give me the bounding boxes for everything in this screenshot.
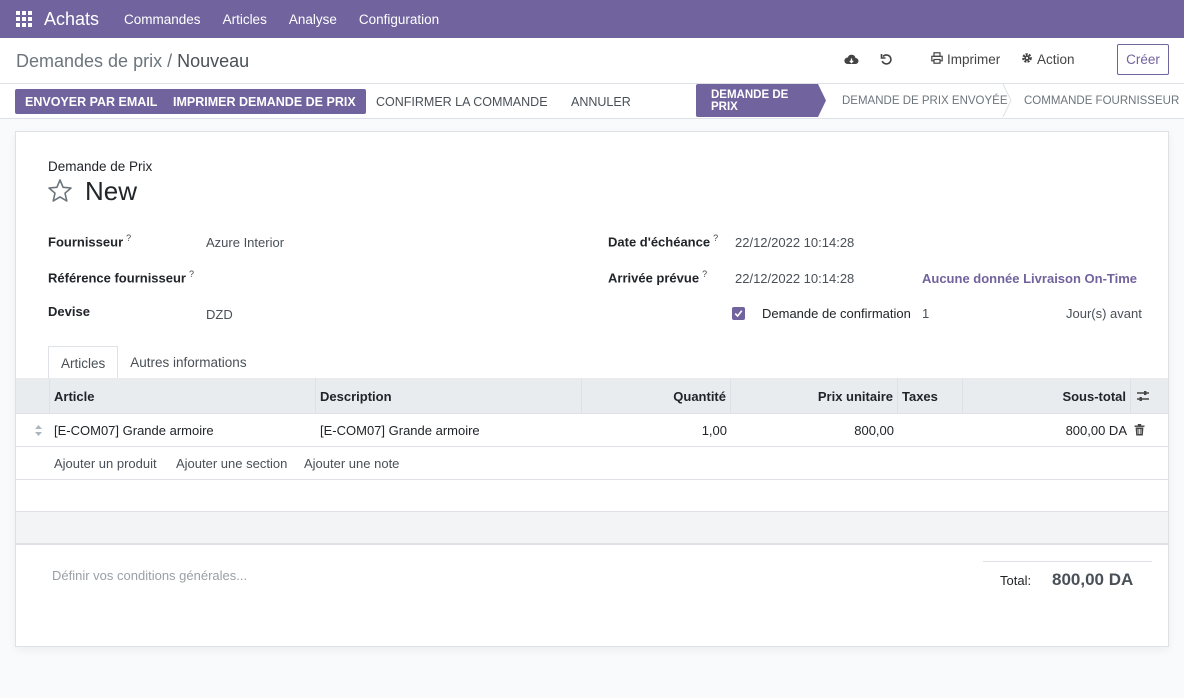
action-button[interactable]: Action <box>1021 52 1075 67</box>
vendor-reference-label: Référence fournisseur? <box>48 269 194 285</box>
on-time-delivery-link[interactable]: Aucune donnée Livraison On-Time <box>922 271 1137 286</box>
form-sheet: Demande de Prix New Fournisseur? Azure I… <box>15 131 1169 647</box>
currency-label: Devise <box>48 304 90 319</box>
status-step-rfq-sent[interactable]: DEMANDE DE PRIX ENVOYÉE <box>842 84 1008 117</box>
action-label: Action <box>1037 52 1075 67</box>
notebook-tabs: Articles Autres informations <box>48 346 259 381</box>
confirmation-checkbox[interactable] <box>732 307 745 320</box>
checkmark-icon <box>734 310 743 318</box>
column-taxes[interactable]: Taxes <box>898 378 963 414</box>
print-button[interactable]: Imprimer <box>931 52 1000 67</box>
order-deadline-help-icon[interactable]: ? <box>713 233 718 243</box>
vendor-field[interactable]: Azure Interior <box>206 235 284 250</box>
vendor-reference-label-text: Référence fournisseur <box>48 270 186 286</box>
status-step-purchase-order[interactable]: COMMANDE FOURNISSEUR <box>1024 84 1179 117</box>
column-unit-price[interactable]: Prix unitaire <box>731 378 898 414</box>
trash-icon[interactable] <box>1134 424 1145 439</box>
table-bottom-divider <box>16 544 1168 545</box>
expected-arrival-field[interactable]: 22/12/2022 10:14:28 <box>735 271 854 286</box>
confirmation-label: Demande de confirmation <box>762 306 911 321</box>
add-note-link[interactable]: Ajouter une note <box>304 447 399 480</box>
confirmation-days-field[interactable]: 1 <box>922 306 929 321</box>
add-product-link[interactable]: Ajouter un produit <box>54 447 157 480</box>
column-settings-icon[interactable] <box>1136 389 1150 406</box>
save-cloud-icon[interactable] <box>844 53 859 69</box>
control-panel: Demandes de prix / Nouveau Imprimer Acti… <box>0 38 1184 84</box>
cell-quantity[interactable]: 1,00 <box>582 414 731 447</box>
terms-conditions-field[interactable]: Définir vos conditions générales... <box>52 568 247 583</box>
create-button[interactable]: Créer <box>1117 44 1169 75</box>
expected-arrival-label-text: Arrivée prévue <box>608 270 700 286</box>
vendor-reference-help-icon[interactable]: ? <box>189 269 194 279</box>
add-line-row: Ajouter un produit Ajouter une section A… <box>16 447 1168 480</box>
vendor-label-text: Fournisseur <box>48 234 124 250</box>
apps-grid-icon[interactable] <box>16 11 32 27</box>
breadcrumb-parent[interactable]: Demandes de prix <box>16 51 162 71</box>
vendor-label: Fournisseur? <box>48 233 131 249</box>
vendor-help-icon[interactable]: ? <box>126 233 131 243</box>
column-article[interactable]: Article <box>50 378 316 414</box>
order-deadline-label-text: Date d'échéance <box>608 234 711 250</box>
cell-description[interactable]: [E-COM07] Grande armoire <box>316 414 582 447</box>
breadcrumb-current: Nouveau <box>177 51 250 71</box>
empty-row <box>16 512 1168 544</box>
print-icon <box>931 52 943 67</box>
cell-article[interactable]: [E-COM07] Grande armoire <box>50 414 316 447</box>
menu-articles[interactable]: Articles <box>223 12 267 27</box>
send-email-button[interactable]: ENVOYER PAR EMAIL <box>15 89 168 114</box>
app-name[interactable]: Achats <box>44 9 99 30</box>
menu-commandes[interactable]: Commandes <box>124 12 201 27</box>
top-navbar: Achats Commandes Articles Analyse Config… <box>0 0 1184 38</box>
order-lines-table: Article Description Quantité Prix unitai… <box>16 378 1168 544</box>
currency-field[interactable]: DZD <box>206 307 233 322</box>
order-deadline-label: Date d'échéance? <box>608 233 718 249</box>
total-value: 800,00 DA <box>1052 570 1134 589</box>
star-icon[interactable] <box>47 178 73 204</box>
status-step-rfq[interactable]: DEMANDE DE PRIX <box>696 84 826 117</box>
breadcrumb: Demandes de prix / Nouveau <box>16 51 249 72</box>
expected-arrival-label: Arrivée prévue? <box>608 269 707 285</box>
handle-column-header <box>16 378 50 414</box>
print-rfq-button[interactable]: IMPRIMER DEMANDE DE PRIX <box>163 89 366 114</box>
column-subtotal[interactable]: Sous-total <box>963 378 1131 414</box>
document-title: New <box>85 176 138 206</box>
cancel-button[interactable]: ANNULER <box>567 89 635 114</box>
total-divider <box>983 561 1152 562</box>
menu-analyse[interactable]: Analyse <box>289 12 337 27</box>
expected-arrival-help-icon[interactable]: ? <box>702 269 707 279</box>
column-description[interactable]: Description <box>316 378 582 414</box>
total-label: Total: <box>1000 573 1032 588</box>
cell-unit-price[interactable]: 800,00 <box>731 414 898 447</box>
confirmation-days-suffix: Jour(s) avant <box>1066 306 1142 321</box>
table-header: Article Description Quantité Prix unitai… <box>16 378 1168 414</box>
drag-handle-icon[interactable] <box>34 424 43 440</box>
discard-undo-icon[interactable] <box>880 53 893 69</box>
document-type-label: Demande de Prix <box>48 159 153 174</box>
tab-articles[interactable]: Articles <box>48 346 119 381</box>
gear-icon <box>1021 52 1033 67</box>
empty-row <box>16 480 1168 512</box>
add-section-link[interactable]: Ajouter une section <box>176 447 287 480</box>
tab-other-info[interactable]: Autres informations <box>118 346 258 381</box>
vendor-reference-field[interactable] <box>206 271 506 287</box>
cell-subtotal[interactable]: 800,00 DA <box>963 414 1131 447</box>
table-row[interactable]: [E-COM07] Grande armoire [E-COM07] Grand… <box>16 414 1168 447</box>
order-deadline-field[interactable]: 22/12/2022 10:14:28 <box>735 235 854 250</box>
breadcrumb-separator: / <box>162 51 178 71</box>
status-chevron-icon <box>1002 84 1012 117</box>
confirm-order-button[interactable]: CONFIRMER LA COMMANDE <box>372 89 552 114</box>
column-quantity[interactable]: Quantité <box>582 378 731 414</box>
action-bar: ENVOYER PAR EMAIL IMPRIMER DEMANDE DE PR… <box>0 84 1184 119</box>
print-label: Imprimer <box>947 52 1001 67</box>
cell-taxes[interactable] <box>898 414 963 447</box>
menu-configuration[interactable]: Configuration <box>359 12 439 27</box>
